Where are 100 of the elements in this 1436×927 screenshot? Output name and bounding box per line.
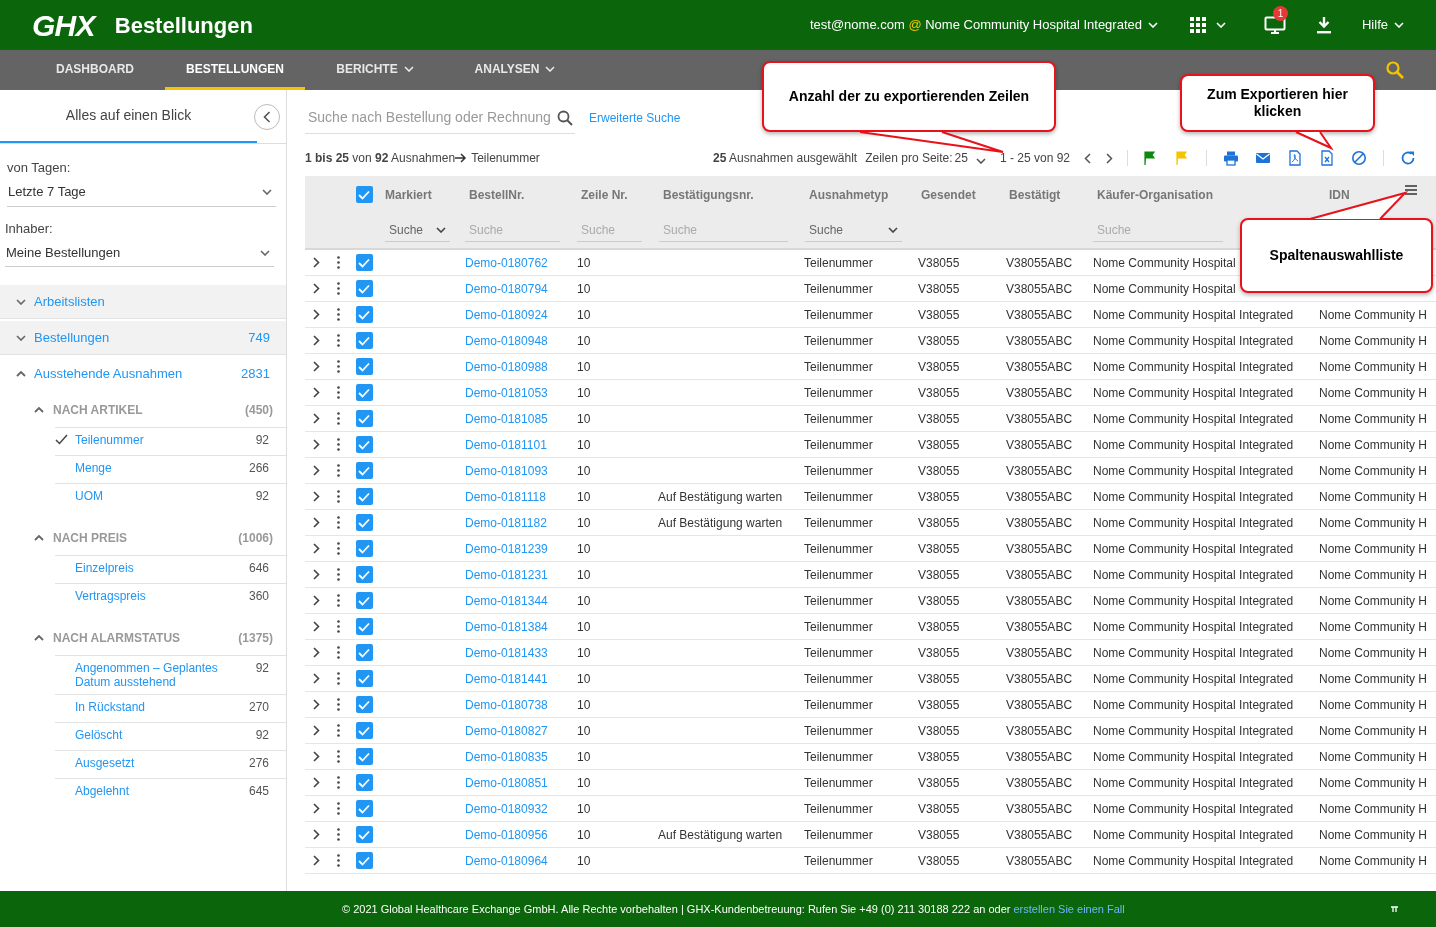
column-header[interactable]: IDN	[1319, 186, 1436, 201]
checkbox[interactable]	[355, 800, 373, 817]
expand-button[interactable]	[313, 699, 320, 710]
group-header[interactable]: NACH PREIS (1006)	[0, 521, 286, 555]
expand-button[interactable]	[313, 465, 320, 476]
account-menu[interactable]: test@nome.com @ Nome Community Hospital Integrated	[809, 15, 1158, 35]
expand-button[interactable]	[313, 725, 320, 736]
order-link[interactable]: Demo-0180956	[465, 827, 548, 842]
order-link[interactable]: Demo-0181441	[465, 671, 548, 686]
order-link[interactable]: Demo-0181384	[465, 619, 548, 634]
checkbox[interactable]	[355, 462, 373, 479]
order-link[interactable]: Demo-0181053	[465, 385, 548, 400]
checkbox[interactable]	[355, 186, 373, 203]
column-header[interactable]: Zeile Nr.	[577, 186, 654, 201]
more-options-icon[interactable]	[336, 412, 340, 425]
more-options-icon[interactable]	[336, 386, 340, 399]
order-link[interactable]: Demo-0180835	[465, 749, 548, 764]
checkbox[interactable]	[355, 670, 373, 687]
more-options-icon[interactable]	[336, 438, 340, 451]
checkbox[interactable]	[355, 592, 373, 609]
expand-button[interactable]	[313, 413, 320, 424]
sidebar-item[interactable]: Menge 266	[55, 455, 286, 483]
filter-field[interactable]: Suche	[577, 218, 642, 242]
sidebar-item[interactable]: In Rückstand 270	[55, 694, 286, 722]
order-link[interactable]: Demo-0180988	[465, 359, 548, 374]
expand-button[interactable]	[313, 283, 320, 294]
column-header[interactable]: Bestätigungsnr.	[659, 186, 800, 201]
order-link[interactable]: Demo-0180827	[465, 723, 548, 738]
more-options-icon[interactable]	[336, 854, 340, 867]
nav-tab[interactable]: ANALYSEN	[445, 50, 585, 90]
expand-button[interactable]	[313, 491, 320, 502]
nav-tab[interactable]: DASHBOARD	[25, 50, 165, 90]
checkbox[interactable]	[355, 722, 373, 739]
column-header[interactable]: Gesendet	[917, 186, 1000, 201]
checkbox[interactable]	[355, 618, 373, 635]
more-options-icon[interactable]	[336, 750, 340, 763]
expand-button[interactable]	[313, 361, 320, 372]
column-header[interactable]: Käufer-Organisation	[1093, 186, 1314, 201]
checkbox[interactable]	[355, 774, 373, 791]
sidebar-item[interactable]: UOM 92	[55, 483, 286, 511]
filter-field[interactable]: Suche	[659, 218, 788, 242]
menu-icon[interactable]	[1405, 185, 1417, 195]
column-header[interactable]: Ausnahmetyp	[805, 186, 912, 201]
more-options-icon[interactable]	[336, 282, 340, 295]
expand-button[interactable]	[313, 335, 320, 346]
order-link[interactable]: Demo-0181433	[465, 645, 548, 660]
column-header[interactable]: Markiert	[385, 186, 460, 201]
advanced-search-link[interactable]: Erweiterte Suche	[589, 109, 681, 127]
order-link[interactable]: Demo-0180794	[465, 281, 548, 296]
sidebar-item[interactable]: Ausgesetzt 276	[55, 750, 286, 778]
expand-button[interactable]	[313, 777, 320, 788]
column-header[interactable]: BestellNr.	[465, 186, 572, 201]
checkbox[interactable]	[355, 254, 373, 271]
previous-page-button[interactable]	[1084, 152, 1091, 164]
more-options-icon[interactable]	[336, 620, 340, 633]
sidebar-section[interactable]: Bestellungen 749	[0, 321, 286, 355]
filter-select[interactable]: Suche	[385, 218, 450, 242]
order-link[interactable]: Demo-0181182	[465, 515, 547, 530]
sidebar-item[interactable]: Abgelehnt 645	[55, 778, 286, 806]
order-link[interactable]: Demo-0181093	[465, 463, 548, 478]
rows-per-page-select[interactable]: 25	[954, 149, 986, 167]
expand-button[interactable]	[313, 439, 320, 450]
order-link[interactable]: Demo-0181101	[465, 437, 547, 452]
sidebar-item[interactable]: Teilenummer 92	[55, 427, 286, 455]
checkbox[interactable]	[355, 280, 373, 297]
filter-field[interactable]: Suche	[465, 218, 560, 242]
expand-button[interactable]	[313, 855, 320, 866]
order-link[interactable]: Demo-0181118	[465, 489, 546, 504]
order-link[interactable]: Demo-0180964	[465, 853, 548, 868]
checkbox[interactable]	[355, 358, 373, 375]
filter-select[interactable]: Letzte 7 Tage	[7, 182, 276, 207]
order-link[interactable]: Demo-0180932	[465, 801, 548, 816]
more-options-icon[interactable]	[336, 516, 340, 529]
more-options-icon[interactable]	[336, 360, 340, 373]
more-options-icon[interactable]	[336, 776, 340, 789]
order-link[interactable]: Demo-0181231	[465, 567, 548, 582]
sidebar-item[interactable]: Gelöscht 92	[55, 722, 286, 750]
checkbox[interactable]	[355, 384, 373, 401]
more-options-icon[interactable]	[336, 724, 340, 737]
checkbox[interactable]	[355, 826, 373, 843]
order-link[interactable]: Demo-0181344	[465, 593, 548, 608]
checkbox[interactable]	[355, 332, 373, 349]
sidebar-item[interactable]: Angenommen – Geplantes Datum ausstehend 92	[55, 655, 286, 694]
order-link[interactable]: Demo-0181085	[465, 411, 548, 426]
group-header[interactable]: NACH ARTIKEL (450)	[0, 393, 286, 427]
order-link[interactable]: Demo-0180851	[465, 775, 548, 790]
more-options-icon[interactable]	[336, 646, 340, 659]
order-link[interactable]: Demo-0180762	[465, 255, 548, 270]
sidebar-item[interactable]: Vertragspreis 360	[55, 583, 286, 611]
expand-button[interactable]	[313, 621, 320, 632]
checkbox[interactable]	[355, 566, 373, 583]
expand-button[interactable]	[313, 257, 320, 268]
search-field[interactable]: Suche nach Bestellung oder Rechnung	[305, 102, 575, 134]
sidebar-item[interactable]: Einzelpreis 646	[55, 555, 286, 583]
more-options-icon[interactable]	[336, 256, 340, 269]
checkbox[interactable]	[355, 540, 373, 557]
more-options-icon[interactable]	[336, 464, 340, 477]
sidebar-section[interactable]: Arbeitslisten	[0, 285, 286, 319]
order-link[interactable]: Demo-0180948	[465, 333, 548, 348]
filter-select[interactable]: Suche	[805, 218, 902, 242]
